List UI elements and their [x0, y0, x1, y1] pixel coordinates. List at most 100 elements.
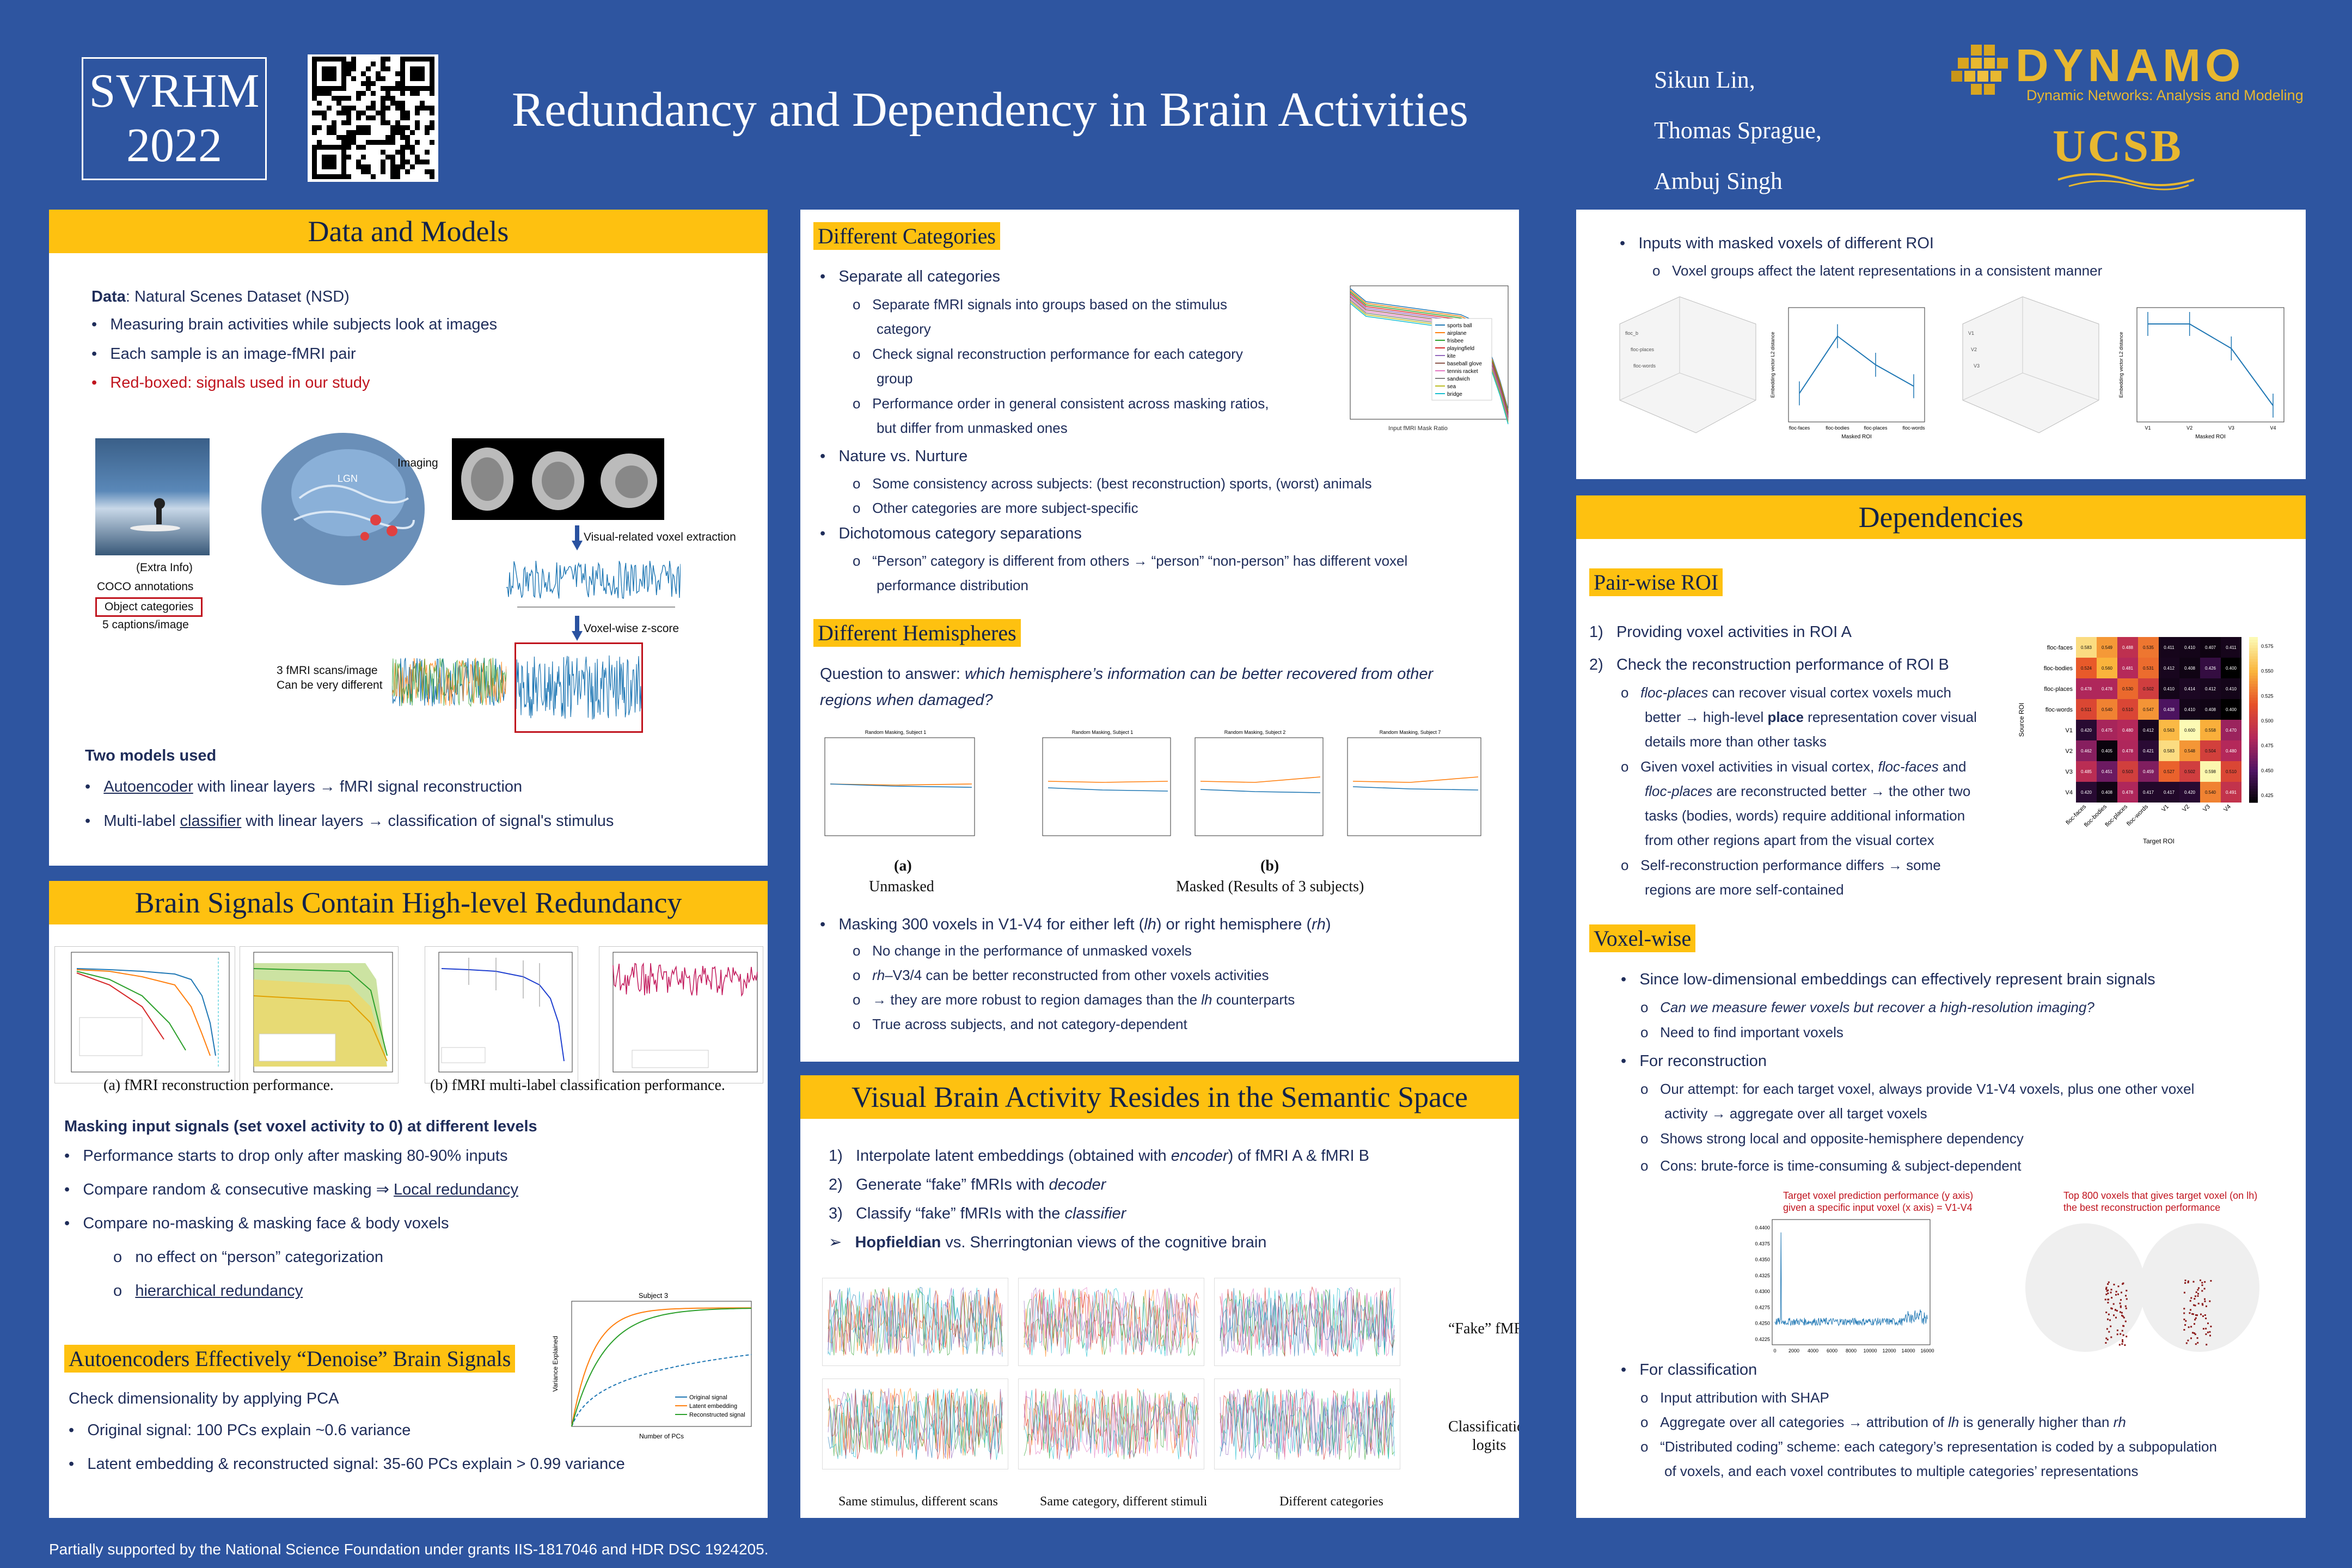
pairwise-item-1-text: Providing voxel activities in ROI A — [1616, 623, 1852, 641]
voxel-pred-plot: 0.4400 0.4375 0.4350 0.4325 0.4300 0.4275 0.42… — [1739, 1214, 1935, 1367]
masking-heading: Masking input signals (set voxel activit… — [64, 1118, 537, 1135]
object-categories-label: Object categories — [95, 597, 203, 617]
colorbar-tick-6: 0.425 — [2261, 793, 2274, 798]
category-perf-chart: sports ball airplane frisbee playingfield ki… — [1334, 275, 1514, 433]
qr-code-icon[interactable] — [308, 54, 438, 182]
data-bullet-1: • Measuring brain activities while subje… — [91, 316, 498, 333]
hierarchical-redundancy-link[interactable]: hierarchical redundancy — [135, 1282, 303, 1300]
fake-fmri-label: “Fake” fMRIs — [1448, 1320, 1519, 1337]
fake-fmri-plot-0-1 — [1018, 1278, 1204, 1366]
voxel-xtick-4: 8000 — [1846, 1348, 1857, 1353]
pairwise-sub-2: o Given voxel activities in visual corte… — [1621, 758, 1967, 775]
heatmap-value: 0.405 — [2102, 749, 2113, 754]
local-redundancy-link[interactable]: Local redundancy — [394, 1181, 518, 1198]
heatmap-value: 0.540 — [2102, 707, 2113, 712]
roi-3d-plot-b: V1 V2 V3 — [1952, 291, 2104, 444]
heatmap-value: 0.410 — [2184, 707, 2196, 712]
cat-sub-1-text: Separate fMRI signals into groups based … — [872, 296, 1227, 313]
heatmap-value: 0.540 — [2205, 790, 2216, 795]
roiB-tick-3: V4 — [2270, 425, 2276, 431]
voxel-ytick-4: 0.4300 — [1755, 1289, 1770, 1294]
categories-heading: Different Categories — [813, 222, 1000, 250]
logits-label-1: Classification — [1448, 1418, 1519, 1435]
imaging-label: Imaging — [397, 457, 438, 469]
hemi-question-italic: which hemisphere’s information can be be… — [964, 665, 1434, 683]
colorbar-tick-0: 0.575 — [2261, 644, 2274, 649]
pairwise-sub-3-text: Self-reconstruction performance differs … — [1640, 857, 1941, 873]
voxel-sub-4-text: Shows strong local and opposite-hemisphe… — [1660, 1130, 2024, 1147]
roi-bullet-1-text: Inputs with masked voxels of different R… — [1638, 235, 1934, 252]
lh-italic: lh — [1948, 1414, 1959, 1430]
cat-sub-1b: category — [877, 321, 931, 337]
data-bullet-2-text: Each sample is an image-fMRI pair — [110, 345, 356, 363]
heatmap-value: 0.410 — [2226, 687, 2237, 691]
voxel-sub-7-pre: Aggregate over all categories → attribut… — [1660, 1414, 1949, 1430]
classifier-link[interactable]: classifier — [180, 812, 242, 830]
cat-sub-3: o Performance order in general consisten… — [853, 395, 1269, 412]
cat-sub-2-text: Check signal reconstruction performance … — [872, 346, 1243, 362]
brain-map-title-1: Top 800 voxels that gives target voxel (… — [2063, 1190, 2258, 1201]
heatmap-row-label-0: floc-faces — [2047, 645, 2073, 651]
pairwise-sub-2d: from other regions apart from the visual… — [1645, 832, 1934, 848]
semantic-item-2-pre: Generate “fake” fMRIs with — [855, 1176, 1049, 1193]
rh-italic: rh — [2113, 1414, 2126, 1430]
semantic-item-2: 2) Generate “fake” fMRIs with decoder — [829, 1176, 1106, 1193]
multi-scan-plot — [391, 645, 507, 719]
heatmap-value: 0.451 — [2102, 769, 2113, 774]
colorbar-tick-3: 0.500 — [2261, 718, 2274, 724]
category-legend-3: playingfield — [1447, 346, 1474, 352]
hemi-sub-3-pre: → they are more robust to region damages… — [872, 991, 1202, 1008]
heatmap-value: 0.502 — [2143, 687, 2154, 691]
brain-icon: LGN — [250, 422, 430, 602]
heatmap-value: 0.548 — [2184, 749, 2196, 754]
ucsb-logo-icon: UCSB — [2053, 120, 2216, 191]
extraction-label: Visual-related voxel extraction — [584, 531, 736, 543]
pca-chart: Subject 3 Original signal Latent embedding… — [550, 1290, 757, 1454]
ucsb-logo-text: UCSB — [2053, 121, 2184, 171]
cat-bullet-1: • Separate all categories — [820, 268, 1000, 285]
pairwise-sub-3: o Self-reconstruction performance differ… — [1621, 857, 1941, 873]
heatmap-value: 0.549 — [2102, 645, 2113, 650]
heatmap-value: 0.470 — [2226, 728, 2237, 733]
categories-panel: Different Categories • Separate all cate… — [800, 210, 1519, 1062]
heatmap-value: 0.481 — [2122, 666, 2134, 671]
semantic-encoder: encoder — [1171, 1147, 1228, 1165]
fake-fmri-plot-1-0 — [822, 1379, 1008, 1469]
autoencoder-link[interactable]: Autoencoder — [103, 778, 193, 795]
roiB-tick-2: V3 — [2228, 425, 2234, 431]
floc-faces-italic: floc-faces — [1878, 758, 1939, 775]
hemi-sub-4: o True across subjects, and not category… — [853, 1016, 1187, 1032]
heatmap-col-label-2: floc-places — [2104, 803, 2129, 828]
pairwise-sub-2c: tasks (bodies, words) require additional… — [1645, 807, 1965, 824]
hemi-question-2: regions when damaged? — [820, 691, 993, 709]
author-2: Thomas Sprague, — [1654, 117, 1822, 144]
voxel-sub-3: o Our attempt: for each target voxel, al… — [1640, 1081, 2195, 1097]
pairwise-sub-1c: details more than other tasks — [1645, 733, 1827, 750]
mask-ratio-plot — [425, 946, 578, 1083]
pairwise-item-1: 1) Providing voxel activities in ROI A — [1589, 623, 1852, 641]
category-xlabel: Input fMRI Mask Ratio — [1388, 425, 1448, 432]
svg-text:V3: V3 — [1974, 363, 1980, 369]
voxel-sub-2: o Need to find important voxels — [1640, 1024, 1843, 1040]
data-models-heading: Data and Models — [49, 210, 768, 253]
model-bullet-1: • Autoencoder with linear layers → fMRI … — [85, 778, 523, 795]
pairwise-sub-2-end: and — [1938, 758, 1967, 775]
pairwise-sub-2b-rest: are reconstructed better → the other two — [1712, 783, 1971, 799]
heatmap-value: 0.412 — [2143, 728, 2154, 733]
data-bullet-3-text: Red-boxed: signals used in our study — [110, 374, 370, 391]
cat-sub-6: o “Person” category is different from ot… — [853, 553, 1408, 569]
heatmap-row-label-2: floc-places — [2044, 686, 2073, 693]
heatmap-row-label-6: V3 — [2066, 769, 2073, 775]
masking-bullet-2-text: Compare random & consecutive masking ⇒ — [83, 1181, 394, 1198]
voxel-bullet-2: • For reconstruction — [1621, 1052, 1767, 1070]
pairwise-sub-1b: better → high-level place representation… — [1645, 705, 1977, 729]
pairwise-sub-1b-rest: representation cover visual — [1803, 709, 1977, 725]
hemi-sub-3-italic: lh — [1201, 991, 1212, 1008]
voxel-sub-7-mid: is generally higher than — [1959, 1414, 2114, 1430]
hemi-sub-3-end: counterparts — [1212, 991, 1295, 1008]
roiA-ylabel: Embedding vector L2 distance — [1770, 332, 1775, 397]
heatmap-value: 0.510 — [2122, 707, 2134, 712]
caption-b: (b) fMRI multi-label classification perf… — [430, 1077, 725, 1094]
logits-label-2: logits — [1472, 1437, 1506, 1454]
author-3: Ambuj Singh — [1654, 168, 1783, 194]
